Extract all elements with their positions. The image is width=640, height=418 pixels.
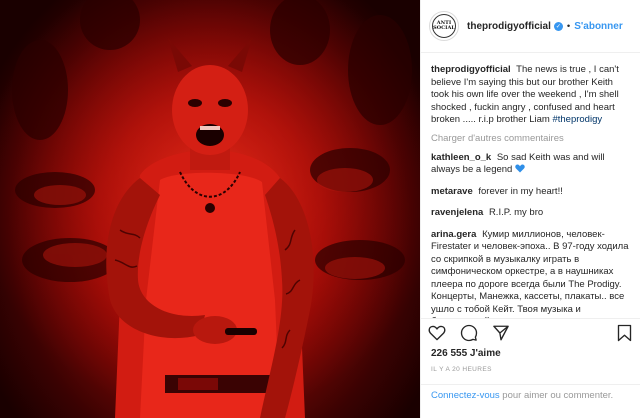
header-separator: • <box>566 20 571 32</box>
post-timestamp: IL Y A 20 HEURES <box>431 366 492 373</box>
post-photo[interactable] <box>0 0 420 418</box>
comment-text: R.I.P. my bro <box>488 207 544 218</box>
login-prompt: Connectez-vous pour aimer ou commenter. <box>421 384 640 418</box>
comment-username[interactable]: metarave <box>431 186 473 197</box>
comment-username[interactable]: arina.gera <box>431 229 476 240</box>
blue-heart-icon <box>515 164 525 173</box>
share-icon[interactable] <box>491 323 511 343</box>
avatar-logo: ANTI SOCIAL <box>432 14 456 38</box>
heart-icon[interactable] <box>427 323 447 343</box>
likes-count[interactable]: 226 555 J'aime <box>431 348 501 359</box>
login-prompt-text: pour aimer ou commenter. <box>499 390 614 401</box>
instagram-post: ANTI SOCIAL theprodigyofficial ✓ • S'abo… <box>0 0 640 418</box>
load-more-comments-button[interactable]: Charger d'autres commentaires <box>431 133 632 144</box>
bookmark-icon[interactable] <box>614 323 634 343</box>
login-link[interactable]: Connectez-vous <box>431 390 500 401</box>
list-item: kathleen_o_k So sad Keith was and will a… <box>431 152 632 177</box>
comment-text: forever in my heart!! <box>478 185 563 197</box>
caption-hashtag[interactable]: #theprodigy <box>552 114 602 125</box>
comment-username[interactable]: kathleen_o_k <box>431 152 491 163</box>
caption-username[interactable]: theprodigyofficial <box>431 64 511 75</box>
action-bar <box>421 318 640 346</box>
photo-illustration <box>0 0 420 418</box>
comments-list[interactable]: theprodigyofficial The news is true , I … <box>421 54 640 318</box>
list-item: metarave forever in my heart!! <box>431 186 632 199</box>
comment-icon[interactable] <box>459 323 479 343</box>
header-username[interactable]: theprodigyofficial <box>467 21 551 32</box>
follow-button[interactable]: S'abonner <box>574 21 623 32</box>
post-caption: theprodigyofficial The news is true , I … <box>431 64 632 127</box>
comment-username[interactable]: ravenjelena <box>431 207 483 218</box>
post-sidebar: ANTI SOCIAL theprodigyofficial ✓ • S'abo… <box>420 0 640 418</box>
list-item: arina.gera Кумир миллионов, человек-Fire… <box>431 229 632 319</box>
post-header: ANTI SOCIAL theprodigyofficial ✓ • S'abo… <box>421 0 640 53</box>
verified-badge-icon: ✓ <box>553 21 563 31</box>
comment-text: Кумир миллионов, человек-Firestater и че… <box>431 228 629 319</box>
avatar[interactable]: ANTI SOCIAL <box>429 11 459 41</box>
list-item: ravenjelena R.I.P. my bro <box>431 207 632 220</box>
